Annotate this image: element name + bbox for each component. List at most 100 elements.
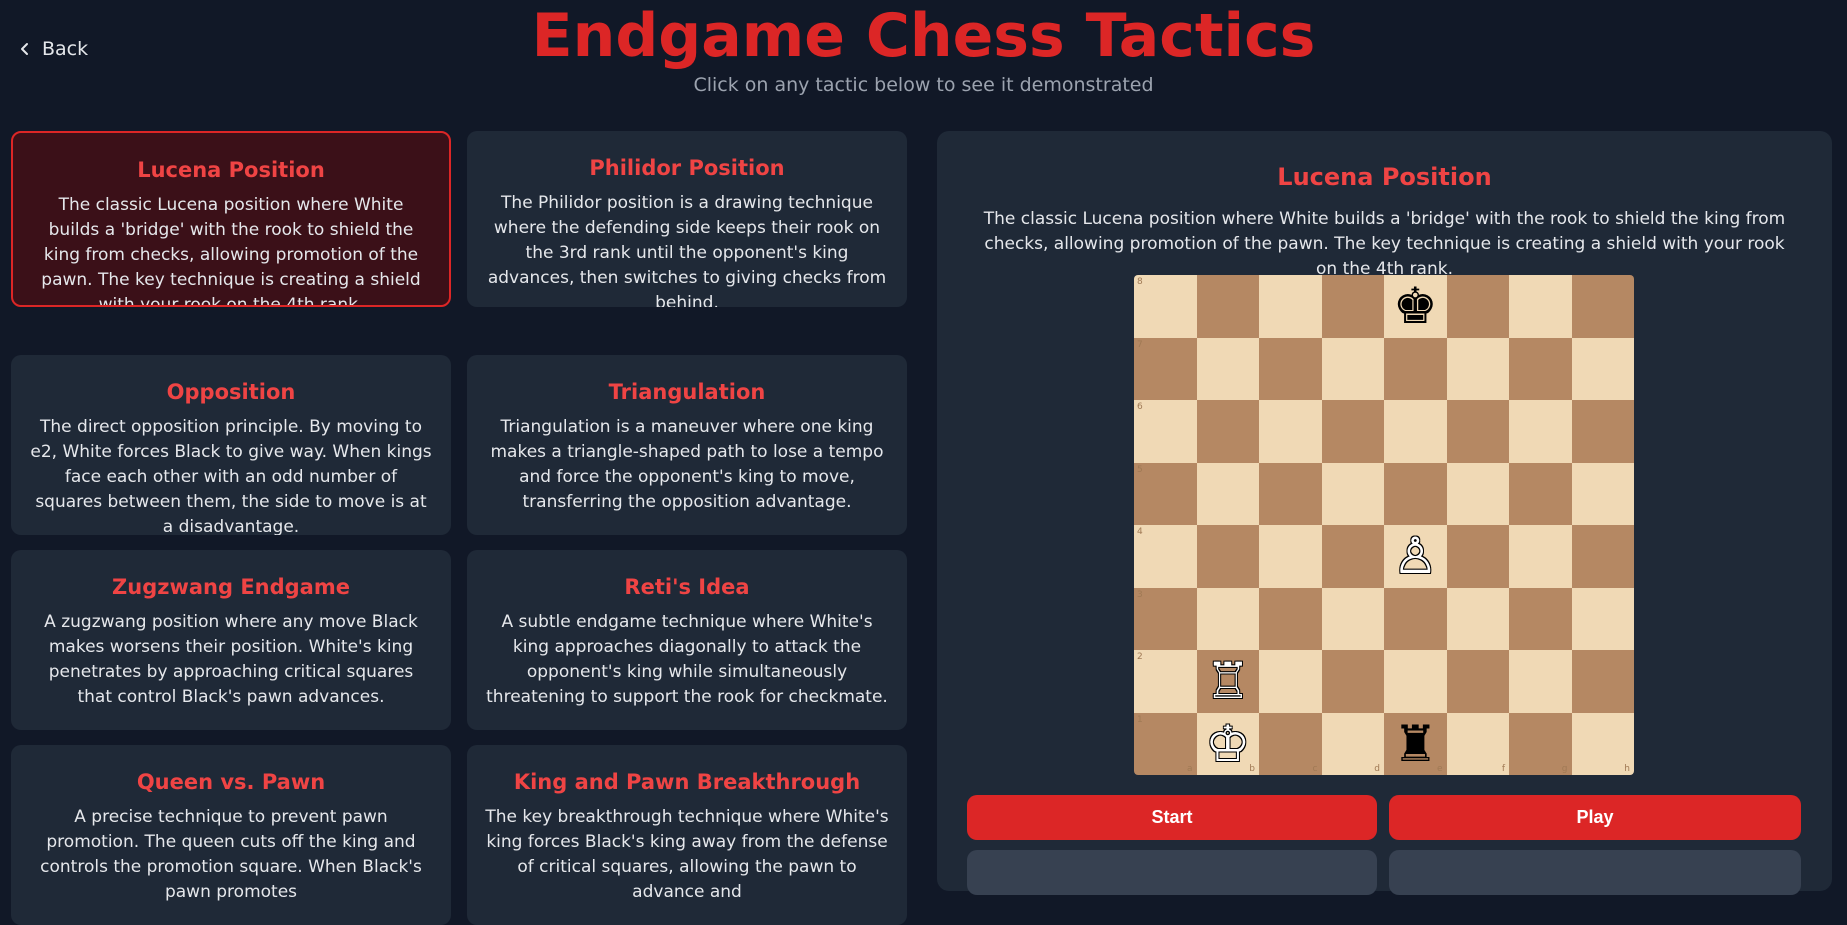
square-h7[interactable]	[1571, 337, 1634, 400]
square-a4[interactable]: 4	[1134, 525, 1197, 588]
tactic-card-philidor[interactable]: Philidor Position The Philidor position …	[467, 131, 907, 307]
demo-title: Lucena Position	[1277, 163, 1492, 191]
chess-board[interactable]: 8 ♚ 7 6 5 4 ♙ 3 2 ♖ 1 a b ♔ c d e ♜ f g h	[1134, 275, 1634, 775]
square-a5[interactable]: 5	[1134, 462, 1197, 525]
tactic-description: Triangulation is a maneuver where one ki…	[490, 417, 884, 512]
square-d4[interactable]	[1321, 525, 1384, 588]
square-g3[interactable]	[1509, 587, 1572, 650]
square-g2[interactable]	[1509, 650, 1572, 713]
square-a7[interactable]: 7	[1134, 337, 1197, 400]
tactic-card-triangulation[interactable]: Triangulation Triangulation is a maneuve…	[467, 355, 907, 535]
square-f2[interactable]	[1446, 650, 1509, 713]
tactic-card-king-pawn-breakthrough[interactable]: King and Pawn Breakthrough The key break…	[467, 745, 907, 925]
square-b5[interactable]	[1196, 462, 1259, 525]
square-e3[interactable]	[1384, 587, 1447, 650]
square-f1[interactable]: f	[1446, 712, 1509, 775]
tactic-description: The direct opposition principle. By movi…	[30, 417, 432, 535]
square-d5[interactable]	[1321, 462, 1384, 525]
square-a3[interactable]: 3	[1134, 587, 1197, 650]
secondary-button[interactable]	[1389, 850, 1801, 895]
start-button[interactable]: Start	[967, 795, 1377, 840]
square-e5[interactable]	[1384, 462, 1447, 525]
square-d6[interactable]	[1321, 400, 1384, 463]
white-king-icon[interactable]: ♔	[1205, 719, 1250, 769]
tactic-description: The Philidor position is a drawing techn…	[487, 193, 887, 307]
square-a1[interactable]: 1a	[1134, 712, 1197, 775]
square-f5[interactable]	[1446, 462, 1509, 525]
square-e7[interactable]	[1384, 337, 1447, 400]
file-label: f	[1501, 764, 1505, 774]
square-c4[interactable]	[1259, 525, 1322, 588]
square-h6[interactable]	[1571, 400, 1634, 463]
tactic-card-queen-vs-pawn[interactable]: Queen vs. Pawn A precise technique to pr…	[11, 745, 451, 925]
square-c2[interactable]	[1259, 650, 1322, 713]
square-g6[interactable]	[1509, 400, 1572, 463]
square-g5[interactable]	[1509, 462, 1572, 525]
square-h5[interactable]	[1571, 462, 1634, 525]
square-h8[interactable]	[1571, 275, 1634, 338]
square-d1[interactable]: d	[1321, 712, 1384, 775]
square-b6[interactable]	[1196, 400, 1259, 463]
square-b1[interactable]: b ♔	[1196, 712, 1259, 775]
square-h4[interactable]	[1571, 525, 1634, 588]
file-label: g	[1561, 764, 1568, 774]
square-h3[interactable]	[1571, 587, 1634, 650]
secondary-button[interactable]	[967, 850, 1377, 895]
black-king-icon[interactable]: ♚	[1393, 281, 1438, 331]
white-rook-icon[interactable]: ♖	[1205, 656, 1250, 706]
square-d2[interactable]	[1321, 650, 1384, 713]
square-c5[interactable]	[1259, 462, 1322, 525]
square-f4[interactable]	[1446, 525, 1509, 588]
tactic-title: Queen vs. Pawn	[136, 770, 326, 794]
square-h1[interactable]: h	[1571, 712, 1634, 775]
square-b7[interactable]	[1196, 337, 1259, 400]
file-label: a	[1186, 764, 1193, 774]
square-d7[interactable]	[1321, 337, 1384, 400]
square-c1[interactable]: c	[1259, 712, 1322, 775]
file-label: c	[1312, 764, 1318, 774]
square-g8[interactable]	[1509, 275, 1572, 338]
tactic-description: A subtle endgame technique where White's…	[486, 612, 888, 707]
square-d3[interactable]	[1321, 587, 1384, 650]
square-e8[interactable]: ♚	[1384, 275, 1447, 338]
square-g1[interactable]: g	[1509, 712, 1572, 775]
square-a6[interactable]: 6	[1134, 400, 1197, 463]
square-a2[interactable]: 2	[1134, 650, 1197, 713]
square-e6[interactable]	[1384, 400, 1447, 463]
demo-description: The classic Lucena position where White …	[983, 209, 1786, 279]
tactic-title: Opposition	[166, 380, 296, 404]
square-e4[interactable]: ♙	[1384, 525, 1447, 588]
square-c6[interactable]	[1259, 400, 1322, 463]
square-f3[interactable]	[1446, 587, 1509, 650]
square-a8[interactable]: 8	[1134, 275, 1197, 338]
rank-label: 5	[1137, 464, 1143, 475]
square-b8[interactable]	[1196, 275, 1259, 338]
tactic-description: The classic Lucena position where White …	[41, 195, 421, 307]
square-h2[interactable]	[1571, 650, 1634, 713]
square-c7[interactable]	[1259, 337, 1322, 400]
square-e1[interactable]: e ♜	[1384, 712, 1447, 775]
tactic-card-opposition[interactable]: Opposition The direct opposition princip…	[11, 355, 451, 535]
demo-panel: Lucena Position The classic Lucena posit…	[937, 131, 1832, 895]
tactic-card-reti[interactable]: Reti's Idea A subtle endgame technique w…	[467, 550, 907, 730]
square-g7[interactable]	[1509, 337, 1572, 400]
square-g4[interactable]	[1509, 525, 1572, 588]
play-button[interactable]: Play	[1389, 795, 1801, 840]
square-c3[interactable]	[1259, 587, 1322, 650]
white-pawn-icon[interactable]: ♙	[1393, 531, 1438, 581]
rank-label: 4	[1137, 527, 1143, 537]
square-b3[interactable]	[1196, 587, 1259, 650]
tactic-title: Philidor Position	[589, 156, 785, 180]
square-f8[interactable]	[1446, 275, 1509, 338]
tactic-card-zugzwang[interactable]: Zugzwang Endgame A zugzwang position whe…	[11, 550, 451, 730]
square-f7[interactable]	[1446, 337, 1509, 400]
square-b4[interactable]	[1196, 525, 1259, 588]
black-rook-icon[interactable]: ♜	[1393, 719, 1438, 769]
tactic-card-lucena[interactable]: Lucena Position The classic Lucena posit…	[11, 131, 451, 307]
square-f6[interactable]	[1446, 400, 1509, 463]
square-b2[interactable]: ♖	[1196, 650, 1259, 713]
square-c8[interactable]	[1259, 275, 1322, 338]
square-d8[interactable]	[1321, 275, 1384, 338]
tactic-title: Reti's Idea	[624, 575, 750, 599]
square-e2[interactable]	[1384, 650, 1447, 713]
